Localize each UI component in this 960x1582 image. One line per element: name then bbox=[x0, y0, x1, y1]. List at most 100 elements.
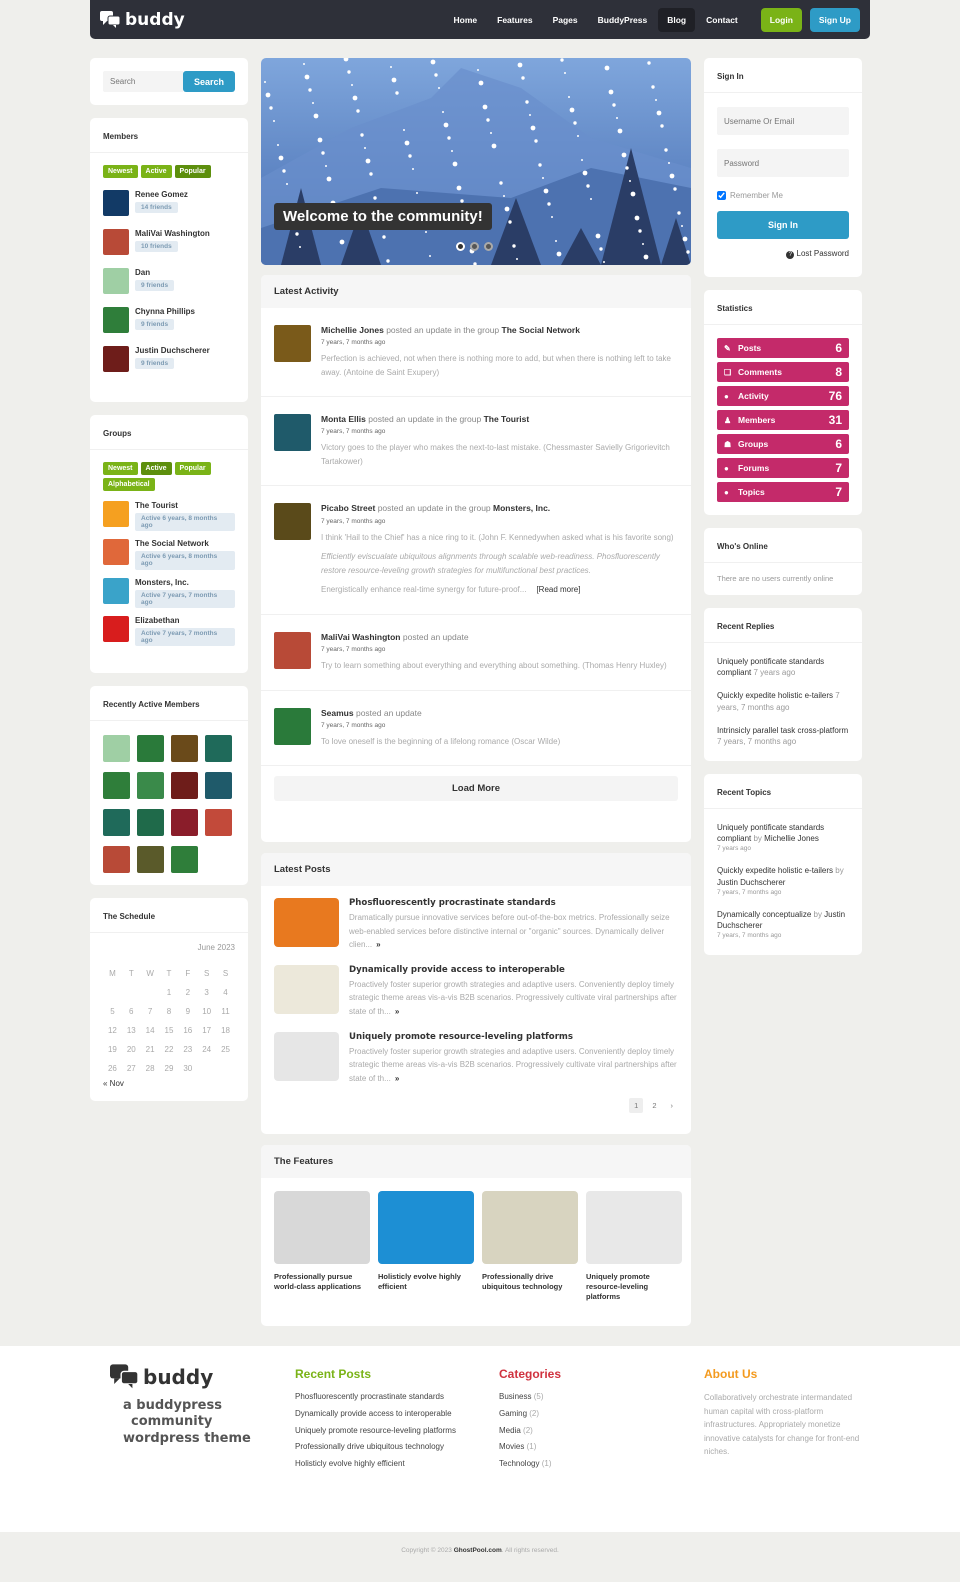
slider-dot-3[interactable] bbox=[484, 242, 493, 251]
footer-post-link[interactable]: Professionally drive ubiquitous technolo… bbox=[295, 1441, 460, 1454]
groups-tab-alphabetical[interactable]: Alphabetical bbox=[103, 478, 155, 491]
activity-group-link[interactable]: Monsters, Inc. bbox=[493, 503, 550, 513]
member-avatar[interactable] bbox=[103, 229, 129, 255]
category-link[interactable]: Movies bbox=[499, 1442, 524, 1451]
slider-dot-1[interactable] bbox=[456, 242, 465, 251]
feature-card[interactable]: Uniquely promote resource-leveling platf… bbox=[586, 1191, 682, 1302]
category-link[interactable]: Media bbox=[499, 1426, 521, 1435]
group-item[interactable]: Elizabethan Active 7 years, 7 months ago bbox=[90, 612, 248, 650]
topic-author-link[interactable]: Justin Duchscherer bbox=[717, 878, 785, 887]
post-more-link[interactable]: » bbox=[395, 1007, 399, 1016]
group-avatar[interactable] bbox=[103, 577, 129, 604]
member-avatar[interactable] bbox=[103, 809, 130, 836]
calendar-prev-link[interactable]: « Nov bbox=[103, 1079, 124, 1088]
member-item[interactable]: Chynna Phillips 9 friends bbox=[90, 301, 248, 340]
member-avatar[interactable] bbox=[137, 809, 164, 836]
member-avatar[interactable] bbox=[103, 346, 129, 372]
activity-avatar[interactable] bbox=[274, 503, 311, 541]
nav-features[interactable]: Features bbox=[488, 8, 541, 32]
member-avatar[interactable] bbox=[171, 846, 198, 873]
footer-post-link[interactable]: Phosfluorescently procrastinate standard… bbox=[295, 1391, 460, 1404]
nav-contact[interactable]: Contact bbox=[697, 8, 747, 32]
feature-image[interactable] bbox=[274, 1191, 370, 1264]
feature-image[interactable] bbox=[482, 1191, 578, 1264]
post-thumbnail[interactable] bbox=[274, 898, 339, 947]
feature-image[interactable] bbox=[378, 1191, 474, 1264]
remember-checkbox[interactable] bbox=[717, 191, 726, 200]
member-avatar[interactable] bbox=[171, 809, 198, 836]
members-tab-newest[interactable]: Newest bbox=[103, 165, 138, 178]
footer-post-link[interactable]: Holisticly evolve highly efficient bbox=[295, 1458, 460, 1471]
feature-caption[interactable]: Holisticly evolve highly efficient bbox=[378, 1272, 474, 1292]
member-avatar[interactable] bbox=[171, 735, 198, 762]
feature-card[interactable]: Holisticly evolve highly efficient bbox=[378, 1191, 474, 1302]
activity-group-link[interactable]: The Tourist bbox=[484, 414, 530, 424]
password-input[interactable] bbox=[717, 149, 849, 177]
member-avatar[interactable] bbox=[103, 846, 130, 873]
slider-dot-2[interactable] bbox=[470, 242, 479, 251]
activity-avatar[interactable] bbox=[274, 325, 311, 362]
post-title[interactable]: Dynamically provide access to interopera… bbox=[349, 965, 678, 975]
activity-user-link[interactable]: MaliVai Washington bbox=[321, 632, 401, 642]
activity-avatar[interactable] bbox=[274, 707, 311, 745]
nav-blog[interactable]: Blog bbox=[658, 7, 696, 32]
post-title[interactable]: Phosfluorescently procrastinate standard… bbox=[349, 898, 678, 908]
feature-card[interactable]: Professionally pursue world-class applic… bbox=[274, 1191, 370, 1302]
category-link[interactable]: Gaming bbox=[499, 1409, 527, 1418]
login-button[interactable]: Login bbox=[760, 7, 802, 32]
feature-caption[interactable]: Uniquely promote resource-leveling platf… bbox=[586, 1272, 682, 1302]
next-page[interactable]: › bbox=[666, 1098, 679, 1113]
member-avatar[interactable] bbox=[205, 772, 232, 799]
footer-post-link[interactable]: Dynamically provide access to interopera… bbox=[295, 1408, 460, 1421]
category-link[interactable]: Technology bbox=[499, 1459, 539, 1468]
member-avatar[interactable] bbox=[103, 190, 129, 216]
group-name[interactable]: The Social Network bbox=[135, 539, 235, 548]
member-name[interactable]: Dan bbox=[135, 268, 174, 277]
footer-logo[interactable]: buddy a buddypress community wordpress t… bbox=[110, 1364, 251, 1447]
group-name[interactable]: The Tourist bbox=[135, 501, 235, 510]
member-avatar[interactable] bbox=[103, 772, 130, 799]
lost-password-link[interactable]: ? Lost Password bbox=[704, 239, 862, 269]
feature-image[interactable] bbox=[586, 1191, 682, 1264]
group-item[interactable]: Monsters, Inc. Active 7 years, 7 months a… bbox=[90, 574, 248, 612]
member-name[interactable]: Justin Duchscherer bbox=[135, 346, 210, 355]
groups-tab-popular[interactable]: Popular bbox=[174, 462, 211, 475]
member-avatar[interactable] bbox=[137, 735, 164, 762]
groups-tab-active[interactable]: Active bbox=[140, 462, 172, 475]
feature-caption[interactable]: Professionally drive ubiquitous technolo… bbox=[482, 1272, 578, 1292]
category-link[interactable]: Business bbox=[499, 1392, 531, 1401]
member-name[interactable]: Chynna Phillips bbox=[135, 307, 195, 316]
activity-avatar[interactable] bbox=[274, 631, 311, 669]
activity-user-link[interactable]: Seamus bbox=[321, 708, 354, 718]
member-name[interactable]: MaliVai Washington bbox=[135, 229, 210, 238]
post-more-link[interactable]: » bbox=[376, 940, 380, 949]
reply-link[interactable]: Quickly expedite holistic e-tailers bbox=[717, 691, 833, 700]
post-thumbnail[interactable] bbox=[274, 964, 339, 1014]
member-avatar[interactable] bbox=[137, 772, 164, 799]
activity-user-link[interactable]: Picabo Street bbox=[321, 503, 375, 513]
activity-user-link[interactable]: Monta Ellis bbox=[321, 414, 366, 424]
activity-avatar[interactable] bbox=[274, 414, 311, 452]
activity-user-link[interactable]: Michellie Jones bbox=[321, 325, 384, 335]
group-avatar[interactable] bbox=[103, 539, 129, 566]
member-avatar[interactable] bbox=[137, 846, 164, 873]
topic-author-link[interactable]: Michellie Jones bbox=[764, 834, 819, 843]
member-avatar[interactable] bbox=[205, 735, 232, 762]
group-avatar[interactable] bbox=[103, 501, 129, 527]
read-more-link[interactable]: [Read more] bbox=[536, 585, 580, 594]
signup-button[interactable]: Sign Up bbox=[809, 7, 860, 32]
members-tab-active[interactable]: Active bbox=[140, 165, 172, 178]
nav-home[interactable]: Home bbox=[445, 8, 487, 32]
member-avatar[interactable] bbox=[205, 809, 232, 836]
search-button[interactable]: Search bbox=[183, 71, 235, 92]
reply-link[interactable]: Intrinsicly parallel task cross-platform bbox=[717, 726, 848, 735]
page-2[interactable]: 2 bbox=[647, 1098, 661, 1113]
member-avatar[interactable] bbox=[103, 268, 129, 294]
member-avatar[interactable] bbox=[103, 307, 129, 333]
post-title[interactable]: Uniquely promote resource-leveling platf… bbox=[349, 1032, 678, 1042]
ghostpool-link[interactable]: GhostPool.com bbox=[454, 1547, 502, 1554]
members-tab-popular[interactable]: Popular bbox=[174, 165, 211, 178]
page-1[interactable]: 1 bbox=[629, 1098, 644, 1114]
member-item[interactable]: Dan 9 friends bbox=[90, 262, 248, 301]
feature-caption[interactable]: Professionally pursue world-class applic… bbox=[274, 1272, 370, 1292]
